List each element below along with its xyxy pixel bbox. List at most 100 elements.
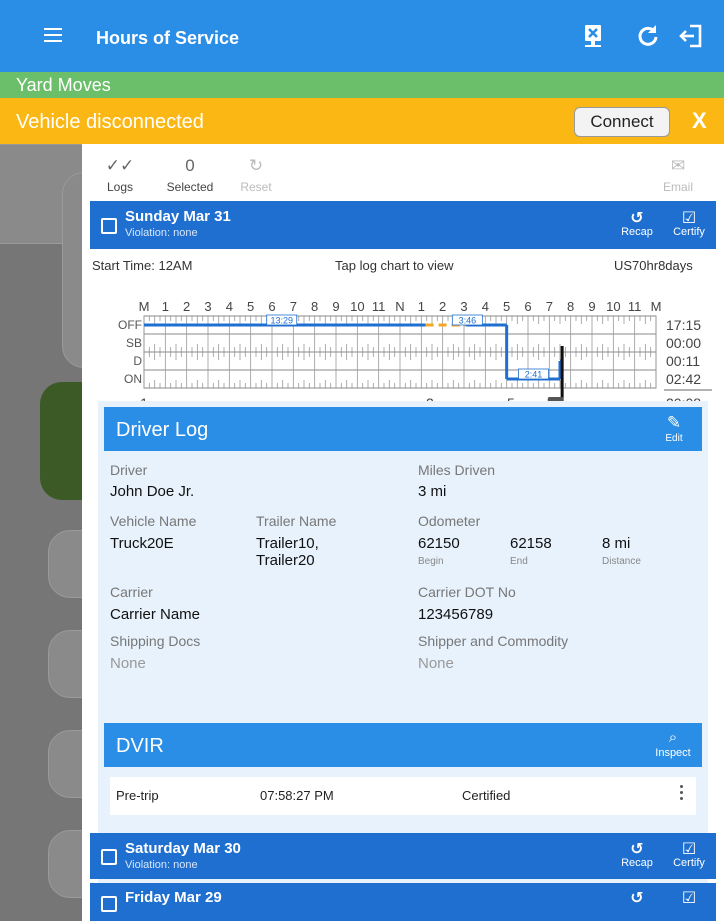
trailer-value-line1: Trailer10, xyxy=(256,535,319,552)
day-checkbox[interactable] xyxy=(101,896,117,912)
hour-label: 5 xyxy=(247,299,254,314)
odometer-end: 62158 xyxy=(510,535,552,552)
yard-moves-banner: Yard Moves xyxy=(0,72,724,98)
logs-label: Logs xyxy=(106,180,134,194)
dvir-title: DVIR xyxy=(116,735,164,757)
vehicle-status-text: Vehicle disconnected xyxy=(16,111,204,133)
hour-label: 7 xyxy=(546,299,553,314)
logout-icon[interactable] xyxy=(678,22,706,50)
dot-label: Carrier DOT No xyxy=(418,584,516,600)
certify-button[interactable]: ☑ xyxy=(664,888,714,907)
odometer-label: Odometer xyxy=(418,513,481,529)
duration-annotation: 2:41 xyxy=(525,370,543,380)
shipper-value: None xyxy=(418,655,454,672)
duration-annotation: 13:29 xyxy=(270,316,293,326)
shipper-label: Shipper and Commodity xyxy=(418,633,569,649)
driver-log-title: Driver Log xyxy=(116,419,209,441)
refresh-icon[interactable] xyxy=(634,22,662,50)
ruleset-label: US70hr8days xyxy=(614,258,693,273)
logs-tool[interactable]: ✓✓ Logs xyxy=(90,156,150,194)
status-label: D xyxy=(133,354,142,368)
log-chart-graphic[interactable]: M 1 2 3 4 5 6 7 8 9 10 11 N 1 2 3 4 5 6 7 8 9 10 11 MOFFSBDON17:… xyxy=(92,286,714,416)
status-total: 17:15 xyxy=(666,317,701,333)
duration-annotation: 3:46 xyxy=(459,316,477,326)
day-checkbox[interactable] xyxy=(101,849,117,865)
trailer-label: Trailer Name xyxy=(256,513,337,529)
hour-label: 5 xyxy=(503,299,510,314)
day-header-sunday[interactable]: Sunday Mar 31 Violation: none ↺ Recap ☑ Ce… xyxy=(90,201,716,249)
dvir-time: 07:58:27 PM xyxy=(260,788,334,803)
certify-button[interactable]: ☑ Certify xyxy=(664,839,714,869)
hour-label: 6 xyxy=(524,299,531,314)
hour-label: 2 xyxy=(183,299,190,314)
day-violation: Violation: none xyxy=(125,227,198,239)
status-total: 00:00 xyxy=(666,335,701,351)
email-tool[interactable]: ✉ Email xyxy=(648,156,708,194)
dvir-status: Certified xyxy=(462,788,511,803)
driver-value: John Doe Jr. xyxy=(110,483,195,500)
day-checkbox[interactable] xyxy=(101,218,117,234)
log-chart[interactable]: M 1 2 3 4 5 6 7 8 9 10 11 N 1 2 3 4 5 6 7 8 9 10 11 M OFF SB D ON 17:… xyxy=(92,286,714,416)
status-total: 02:42 xyxy=(666,371,701,387)
hour-label: 3 xyxy=(204,299,211,314)
hour-label: 3 xyxy=(460,299,467,314)
double-check-icon: ✓✓ xyxy=(105,156,135,175)
hour-label: N xyxy=(395,299,404,314)
status-label: OFF xyxy=(118,318,142,332)
odometer-distance-label: Distance xyxy=(602,556,641,567)
vehicle-label: Vehicle Name xyxy=(110,513,197,529)
day-violation: Violation: none xyxy=(125,859,198,871)
odometer-end-label: End xyxy=(510,556,528,567)
day-date: Friday Mar 29 xyxy=(125,889,222,906)
odometer-begin: 62150 xyxy=(418,535,460,552)
page-title: Hours of Service xyxy=(96,28,240,48)
certify-icon: ☑ xyxy=(681,210,697,227)
dismiss-button[interactable]: X xyxy=(692,108,707,134)
vehicle-status-banner: Vehicle disconnected Connect X xyxy=(0,98,724,144)
driver-log-header: Driver Log ✎ Edit xyxy=(104,407,702,451)
more-options-icon[interactable] xyxy=(680,785,684,803)
recap-button[interactable]: ↺ Recap xyxy=(612,839,662,869)
hour-label: 2 xyxy=(439,299,446,314)
certify-button[interactable]: ☑ Certify xyxy=(664,208,714,238)
menu-icon[interactable] xyxy=(44,28,62,42)
inspect-button[interactable]: ⌕ Inspect xyxy=(648,729,698,759)
day-header-friday[interactable]: Friday Mar 29 ↺ ☑ xyxy=(90,883,716,921)
trailer-value-line2: Trailer20 xyxy=(256,552,315,569)
selected-label: Selected xyxy=(166,180,214,194)
status-label: ON xyxy=(124,372,142,386)
hour-label: 4 xyxy=(226,299,233,314)
email-label: Email xyxy=(662,180,693,194)
bluetooth-disconnect-icon[interactable] xyxy=(579,22,607,50)
day-date: Sunday Mar 31 xyxy=(125,208,231,225)
day-date: Saturday Mar 30 xyxy=(125,840,241,857)
selected-tool: 0 Selected xyxy=(160,156,220,194)
carrier-value: Carrier Name xyxy=(110,606,201,623)
chart-hint: Tap log chart to view xyxy=(335,258,454,273)
hour-label: 8 xyxy=(567,299,574,314)
miles-label: Miles Driven xyxy=(418,462,496,478)
recap-button[interactable]: ↺ xyxy=(612,888,662,907)
email-icon: ✉ xyxy=(670,156,686,175)
edit-label: Edit xyxy=(665,433,683,444)
hour-label: 7 xyxy=(290,299,297,314)
selected-count: 0 xyxy=(185,156,195,175)
certify-label: Certify xyxy=(673,226,705,238)
vehicle-value: Truck20E xyxy=(110,535,174,552)
certify-icon: ☑ xyxy=(681,890,697,907)
hour-label: 11 xyxy=(372,299,386,314)
history-icon: ↺ xyxy=(630,890,644,907)
certify-icon: ☑ xyxy=(681,841,697,858)
hour-label: M xyxy=(139,299,150,314)
recap-button[interactable]: ↺ Recap xyxy=(612,208,662,238)
shipping-docs-label: Shipping Docs xyxy=(110,633,201,649)
dvir-row[interactable]: Pre-trip 07:58:27 PM Certified xyxy=(110,777,696,815)
status-label: SB xyxy=(126,336,142,350)
day-header-saturday[interactable]: Saturday Mar 30 Violation: none ↺ Recap ☑… xyxy=(90,833,716,879)
app-bar: Hours of Service xyxy=(0,0,724,72)
connect-button[interactable]: Connect xyxy=(574,107,670,137)
dvir-header: DVIR ⌕ Inspect xyxy=(104,723,702,767)
dvir-type: Pre-trip xyxy=(116,788,159,803)
reset-tool[interactable]: ↻ Reset xyxy=(226,156,286,194)
edit-button[interactable]: ✎ Edit xyxy=(654,413,694,444)
